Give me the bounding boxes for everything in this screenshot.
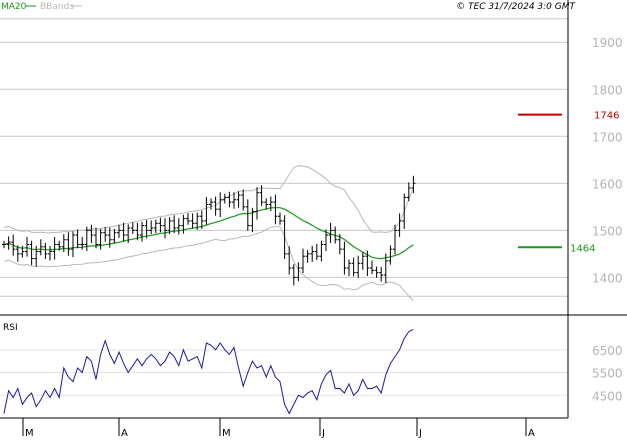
month-tick-label: M	[25, 428, 34, 439]
price-bar	[374, 266, 379, 278]
price-bar	[305, 250, 310, 263]
price-bar	[342, 241, 347, 275]
price-tick-label: 1600	[592, 177, 623, 191]
rsi-label: RSI	[3, 323, 18, 333]
price-bar	[370, 260, 374, 275]
price-bar	[89, 224, 94, 244]
price-bar	[75, 229, 80, 249]
ma20-path	[3, 207, 414, 260]
price-bar	[319, 240, 324, 262]
price-bar	[356, 255, 361, 278]
legend-ma20: MA20	[1, 2, 27, 12]
month-tick-label: A	[528, 428, 535, 439]
copyright-timestamp: © TEC 31/7/2024 3:0 GMT	[456, 2, 576, 12]
price-bar	[351, 257, 356, 277]
price-bar	[204, 196, 209, 225]
price-bar	[98, 228, 103, 250]
price-bar	[282, 215, 287, 260]
legend-bbands: BBands	[40, 2, 74, 12]
ma20-line	[3, 207, 414, 260]
rsi-tick-label: 5500	[592, 367, 623, 381]
price-bar	[29, 240, 34, 266]
price-bar	[310, 245, 315, 262]
price-bar	[190, 213, 195, 229]
rsi-line	[3, 328, 414, 415]
price-bar	[402, 193, 407, 229]
price-bar	[2, 240, 6, 249]
price-tick-label: 1900	[592, 36, 623, 50]
price-bar	[236, 191, 241, 208]
price-bar	[379, 267, 384, 282]
price-bar	[245, 199, 250, 231]
price-bar	[52, 236, 57, 260]
price-bar	[153, 219, 158, 234]
price-bar	[250, 207, 255, 233]
price-bar	[103, 227, 108, 242]
rsi-tick-label: 6500	[592, 344, 623, 358]
price-bar	[314, 243, 319, 260]
grid	[0, 18, 568, 396]
price-bar	[301, 248, 305, 274]
price-bar	[209, 198, 213, 210]
level-label: 1746	[594, 111, 619, 122]
price-bar	[140, 221, 144, 242]
level-label: 1464	[570, 243, 595, 254]
price-bar	[388, 245, 393, 265]
price-bar	[121, 222, 126, 242]
price-bar	[255, 187, 259, 220]
price-bar	[347, 259, 351, 276]
price-bar	[411, 175, 416, 194]
price-bar	[186, 212, 190, 225]
price-bar	[268, 196, 273, 212]
month-tick-label: M	[222, 428, 231, 439]
price-bar	[397, 213, 402, 237]
price-tick-label: 1800	[592, 83, 623, 97]
price-tick-label: 1700	[592, 130, 623, 144]
rsi-tick-label: 4500	[592, 389, 623, 403]
price-bar	[406, 182, 411, 202]
price-bar	[48, 245, 52, 261]
price-bar	[218, 192, 223, 218]
price-bar	[287, 246, 292, 275]
price-bar	[273, 194, 278, 225]
price-bar	[71, 231, 75, 258]
price-bar	[117, 224, 121, 238]
bband-upper	[3, 165, 414, 234]
price-bar	[130, 222, 135, 235]
rsi-panel	[3, 328, 414, 415]
price-bar	[163, 218, 167, 239]
price-bar	[112, 228, 117, 244]
price-bar	[25, 236, 29, 257]
stock-chart: 1746 1464 1400 1500 1600 1700 1800 1900 4500 550…	[0, 0, 627, 439]
price-bar	[43, 243, 48, 260]
price-bar	[176, 218, 181, 235]
price-tick-label: 1400	[592, 271, 623, 285]
price-bar	[291, 264, 296, 286]
month-tick-label: J	[321, 428, 325, 439]
price-bar	[66, 232, 71, 256]
price-bar	[38, 239, 43, 256]
price-bar	[6, 236, 11, 250]
price-bar	[227, 191, 232, 208]
bollinger-bands	[3, 165, 414, 302]
price-bar	[278, 212, 282, 225]
price-bar	[241, 189, 246, 211]
price-bar	[149, 220, 154, 235]
price-tick-label: 1500	[592, 224, 623, 238]
month-tick-label: J	[418, 428, 422, 439]
month-tick-label: A	[121, 428, 128, 439]
price-bar	[360, 252, 365, 270]
